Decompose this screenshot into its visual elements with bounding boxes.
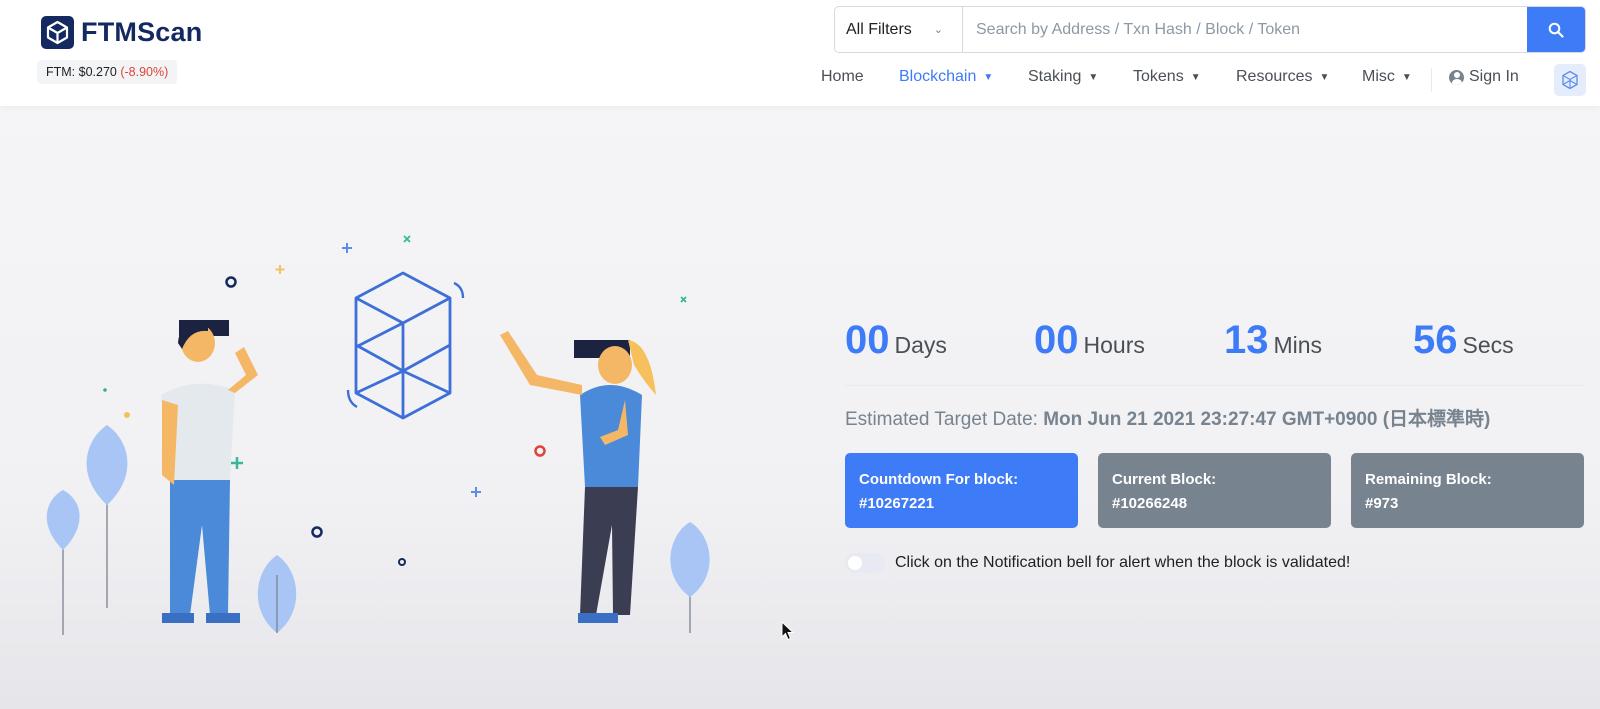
mouse-cursor-icon <box>781 621 794 641</box>
card-label: Current Block: <box>1112 471 1217 488</box>
nav-label: Tokens <box>1133 68 1184 85</box>
days-value: 00 <box>845 318 890 362</box>
nav-divider <box>1431 68 1432 92</box>
sign-in-link[interactable]: Sign In <box>1449 68 1519 86</box>
notification-text: Click on the Notification bell for alert… <box>895 554 1351 571</box>
ftmscan-logo-icon <box>41 16 74 49</box>
hours-unit: Hours <box>1083 332 1145 358</box>
card-label: Remaining Block: <box>1365 471 1492 488</box>
countdown-secs: 56 Secs <box>1413 318 1514 363</box>
nav-home[interactable]: Home <box>821 68 864 86</box>
days-unit: Days <box>894 332 947 358</box>
countdown-hours: 00 Hours <box>1034 318 1145 363</box>
chevron-down-icon: ▼ <box>1401 71 1412 83</box>
notification-toggle[interactable] <box>845 553 885 573</box>
filter-label: All Filters <box>846 20 912 38</box>
nav-label: Misc <box>1362 68 1395 85</box>
countdown-mins: 13 Mins <box>1224 318 1322 363</box>
secs-value: 56 <box>1413 318 1458 362</box>
nav-tokens[interactable]: Tokens ▼ <box>1133 68 1201 86</box>
nav-label: Blockchain <box>899 68 977 85</box>
filter-select[interactable]: All Filters ⌄ <box>835 7 963 52</box>
user-circle-icon <box>1449 69 1464 85</box>
fantom-hexagon-icon <box>346 271 465 420</box>
search-icon <box>1548 22 1564 38</box>
countdown-block-card: Countdown For block: #10267221 <box>845 453 1078 528</box>
target-value: Mon Jun 21 2021 23:27:47 GMT+0900 (日本標準時… <box>1043 409 1491 430</box>
nav-blockchain[interactable]: Blockchain ▼ <box>899 68 993 86</box>
notification-row: Click on the Notification bell for alert… <box>845 553 1350 573</box>
estimated-target-date: Estimated Target Date: Mon Jun 21 2021 2… <box>845 404 1490 431</box>
fantom-logo-icon <box>1562 70 1578 90</box>
card-value: #973 <box>1365 495 1399 512</box>
countdown-timer: 00 Days 00 Hours 13 Mins 56 Secs <box>845 318 1585 368</box>
sign-in-label: Sign In <box>1469 68 1519 85</box>
chevron-down-icon: ▼ <box>1319 71 1330 83</box>
current-block-card: Current Block: #10266248 <box>1098 453 1331 528</box>
chevron-down-icon: ▼ <box>1088 71 1099 83</box>
brand-name: FTMScan <box>81 17 203 47</box>
search-button[interactable] <box>1527 7 1585 52</box>
card-label: Countdown For block: <box>859 471 1019 488</box>
nav-label: Staking <box>1028 68 1082 85</box>
remaining-block-card: Remaining Block: #973 <box>1351 453 1584 528</box>
chevron-down-icon: ▼ <box>983 71 994 83</box>
card-value: #10266248 <box>1112 495 1188 512</box>
secs-unit: Secs <box>1462 332 1514 358</box>
nav-label: Home <box>821 68 864 85</box>
site-logo[interactable]: FTMScan <box>41 16 202 49</box>
search-bar: All Filters ⌄ <box>834 6 1586 53</box>
man-vr-figure <box>161 320 258 623</box>
nav-misc[interactable]: Misc ▼ <box>1362 68 1412 86</box>
site-header: FTMScan FTM: $0.270 (-8.90%) All Filters… <box>0 0 1600 106</box>
vr-illustration <box>46 235 710 635</box>
mins-value: 13 <box>1224 318 1269 362</box>
nav-label: Resources <box>1236 68 1313 85</box>
network-switch-button[interactable] <box>1554 64 1586 96</box>
card-value: #10267221 <box>859 495 935 512</box>
nav-staking[interactable]: Staking ▼ <box>1028 68 1098 86</box>
mins-unit: Mins <box>1273 332 1323 358</box>
search-input[interactable] <box>963 7 1527 52</box>
woman-vr-figure <box>500 331 656 623</box>
countdown-divider <box>845 385 1585 386</box>
chevron-down-icon: ⌄ <box>933 24 943 36</box>
nav-resources[interactable]: Resources ▼ <box>1236 68 1329 86</box>
target-label: Estimated Target Date: <box>845 409 1038 430</box>
hours-value: 00 <box>1034 318 1079 362</box>
chevron-down-icon: ▼ <box>1190 71 1201 83</box>
countdown-days: 00 Days <box>845 318 947 363</box>
main-nav: Home Blockchain ▼ Staking ▼ Tokens ▼ Res… <box>0 68 1600 92</box>
